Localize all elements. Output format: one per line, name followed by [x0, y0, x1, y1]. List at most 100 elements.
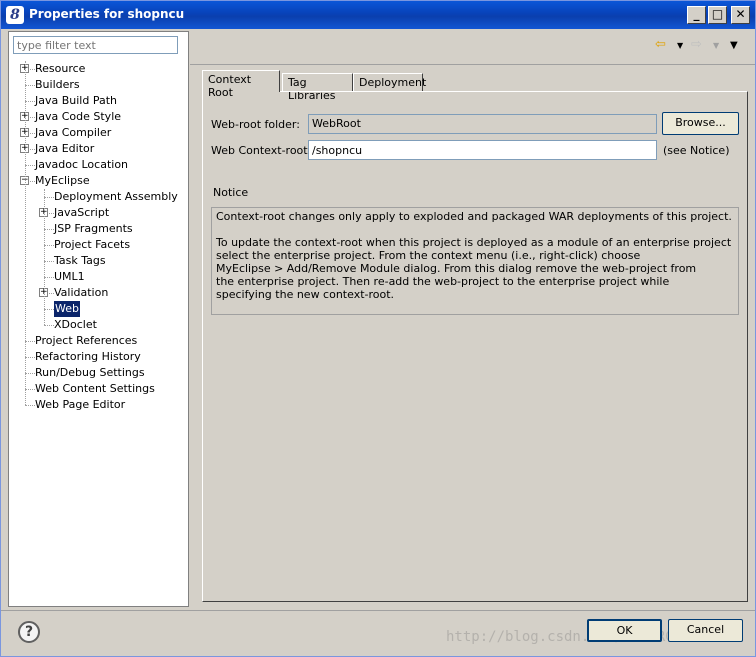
notice-line: To update the context-root when this pro…	[216, 236, 732, 249]
context-root-panel	[202, 91, 748, 602]
view-menu-icon[interactable]: ▼	[730, 40, 738, 51]
tree-connector	[44, 229, 54, 230]
properties-dialog: 8 Properties for shopncu _ □ ✕ +Resource…	[0, 0, 756, 657]
tree-item[interactable]: UML1	[9, 269, 189, 285]
tree-item-label: Run/Debug Settings	[35, 366, 145, 379]
tree-item[interactable]: Builders	[9, 77, 189, 93]
window-title: Properties for shopncu	[29, 7, 185, 21]
footer-separator	[1, 610, 755, 611]
forward-dropdown-icon[interactable]: ▼	[713, 41, 719, 50]
tree-item[interactable]: Deployment Assembly	[9, 189, 189, 205]
tree-connector	[25, 389, 35, 390]
tree-item-label: Refactoring History	[35, 350, 141, 363]
myeclipse-icon: 8	[6, 6, 24, 24]
tree-item[interactable]: + Java Code Style	[9, 109, 189, 125]
web-root-label: Web-root folder:	[211, 118, 300, 131]
tree-item-label: Java Code Style	[35, 110, 122, 123]
forward-arrow-icon[interactable]: ⇨	[691, 37, 702, 52]
tree-connector	[44, 309, 54, 310]
tree-item-label: XDoclet	[54, 318, 97, 331]
tree-item-label: JSP Fragments	[54, 222, 133, 235]
tree-item-label: Java Build Path	[35, 94, 118, 107]
tree-item[interactable]: Javadoc Location	[9, 157, 189, 173]
back-dropdown-icon[interactable]: ▼	[677, 41, 683, 50]
tree-item-label: Project Facets	[54, 238, 131, 251]
tree-item-label: MyEclipse	[35, 174, 90, 187]
tree-item-label: Builders	[35, 78, 80, 91]
tree-item[interactable]: Run/Debug Settings	[9, 365, 189, 381]
tree-item[interactable]: + Java Compiler	[9, 125, 189, 141]
cancel-button[interactable]: Cancel	[668, 619, 743, 642]
tree-guide-line	[44, 189, 45, 325]
tree-item-label: Deployment Assembly	[54, 190, 178, 203]
context-root-label: Web Context-root:	[211, 144, 312, 157]
tree-item[interactable]: Web Page Editor	[9, 397, 189, 413]
notice-line: select the enterprise project. From the …	[216, 249, 641, 262]
tree-item-label: Web	[54, 301, 80, 317]
tree-connector	[25, 341, 35, 342]
web-root-field: WebRoot	[308, 114, 657, 134]
notice-line: MyEclipse > Add/Remove Module dialog. Fr…	[216, 262, 697, 275]
tree-item-label: Java Editor	[35, 142, 95, 155]
tab-deployment[interactable]: Deployment	[353, 73, 427, 92]
tree-item-label: Java Compiler	[35, 126, 112, 139]
minimize-button[interactable]: _	[687, 6, 706, 24]
tree-item-label: JavaScript	[54, 206, 110, 219]
history-navigation: ⇦ ▼ ⇨ ▼ ▼	[655, 37, 745, 55]
tree-connector	[44, 197, 54, 198]
tree-connector	[44, 277, 54, 278]
browse-button[interactable]: Browse...	[662, 112, 739, 135]
tree-item[interactable]: + Resource	[9, 61, 189, 77]
tab-context-root[interactable]: Context Root	[202, 70, 280, 99]
help-icon[interactable]: ?	[18, 621, 40, 643]
tree-connector	[25, 165, 35, 166]
tree-item[interactable]: Project References	[9, 333, 189, 349]
tree-item[interactable]: + JavaScript	[9, 205, 189, 221]
tab-tag-libraries[interactable]: Tag Libraries	[282, 73, 353, 102]
tree-connector	[25, 85, 35, 86]
tree-connector	[25, 357, 35, 358]
tree-item-label: Validation	[54, 286, 109, 299]
notice-text: Context-root changes only apply to explo…	[211, 207, 739, 315]
ok-button[interactable]: OK	[587, 619, 662, 642]
close-button[interactable]: ✕	[731, 6, 750, 24]
notice-paragraph-1: Context-root changes only apply to explo…	[216, 210, 732, 223]
property-tree: + Resource Builders Java Build Path + Java Co…	[9, 61, 189, 413]
tree-item[interactable]: Java Build Path	[9, 93, 189, 109]
tree-connector	[25, 405, 35, 406]
tree-item-label: UML1	[54, 270, 85, 283]
tree-item[interactable]: Web	[9, 301, 189, 317]
tree-connector	[44, 245, 54, 246]
tree-connector	[25, 101, 35, 102]
tree-connector	[44, 261, 54, 262]
back-arrow-icon[interactable]: ⇦	[655, 37, 666, 52]
context-root-input[interactable]	[308, 140, 657, 160]
tree-connector	[44, 325, 54, 326]
tree-item-label: Project References	[35, 334, 138, 347]
tree-item-label: Javadoc Location	[35, 158, 129, 171]
tree-item-label: Web Page Editor	[35, 398, 126, 411]
tab-label: Deployment	[359, 76, 427, 89]
tree-item-label: Resource	[35, 62, 86, 75]
tree-item-label: Task Tags	[54, 254, 106, 267]
tree-guide-line	[25, 61, 26, 405]
tree-item[interactable]: Project Facets	[9, 237, 189, 253]
tree-item[interactable]: XDoclet	[9, 317, 189, 333]
navigation-panel: +ResourceBuilders Java Build Path +Java Co…	[8, 31, 189, 607]
title-bar[interactable]: 8 Properties for shopncu _ □ ✕	[1, 1, 755, 29]
notice-heading: Notice	[213, 186, 249, 199]
header-separator	[190, 64, 755, 65]
maximize-button[interactable]: □	[708, 6, 727, 24]
tree-item[interactable]: + Java Editor	[9, 141, 189, 157]
notice-line: the enterprise project. Then re-add the …	[216, 275, 670, 288]
tree-item[interactable]: − MyEclipse	[9, 173, 189, 189]
tree-item[interactable]: Refactoring History	[9, 349, 189, 365]
tree-item[interactable]: JSP Fragments	[9, 221, 189, 237]
tree-item[interactable]: Task Tags	[9, 253, 189, 269]
tree-item[interactable]: + Validation	[9, 285, 189, 301]
see-notice-label: (see Notice)	[663, 144, 730, 157]
notice-line: specifying the new context-root.	[216, 288, 395, 301]
tree-connector	[25, 373, 35, 374]
filter-input[interactable]	[13, 36, 178, 54]
tree-item[interactable]: Web Content Settings	[9, 381, 189, 397]
